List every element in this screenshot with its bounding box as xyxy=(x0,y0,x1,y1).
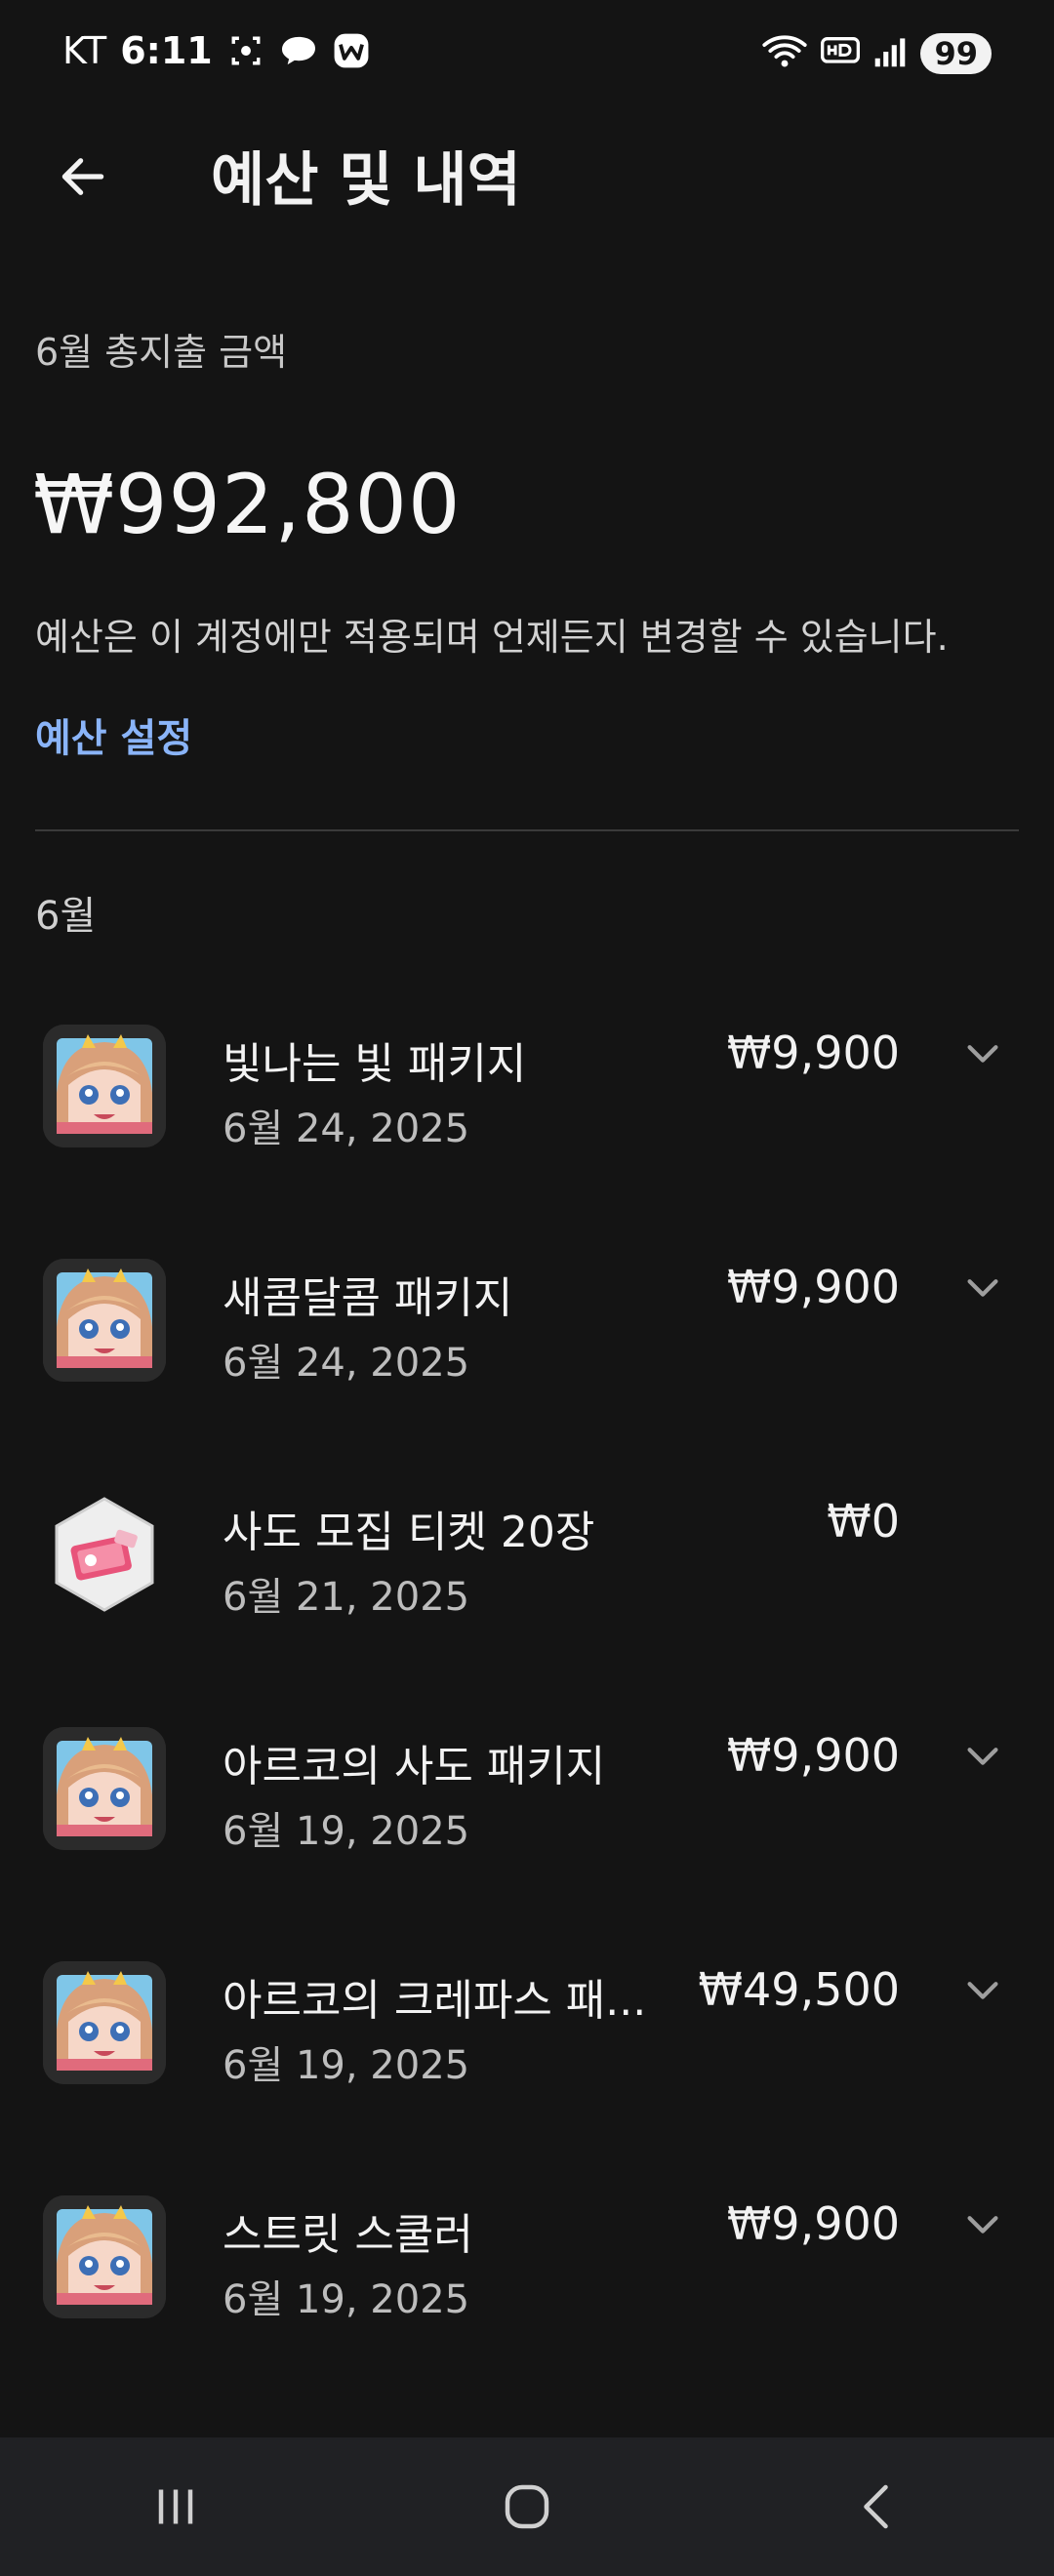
anime-character-icon xyxy=(43,1961,166,2084)
chevron-down-icon[interactable] xyxy=(960,2201,1005,2246)
transaction-name: 새콤달콤 패키지 xyxy=(223,1273,513,1323)
transaction-name: 아르코의 사도 패키지 xyxy=(223,1742,606,1791)
arrow-left-icon xyxy=(61,158,104,195)
status-bar: KT 6:11 99 xyxy=(0,0,1054,109)
ticket-hexagon-icon xyxy=(43,1493,166,1616)
home-button[interactable] xyxy=(468,2448,586,2565)
transaction-price: ₩9,900 xyxy=(726,1729,900,1782)
battery-indicator: 99 xyxy=(920,33,992,74)
chevron-down-icon[interactable] xyxy=(960,1030,1005,1075)
app-bar: 예산 및 내역 xyxy=(0,117,1054,234)
recent-apps-button[interactable] xyxy=(117,2448,234,2565)
home-icon xyxy=(505,2484,549,2529)
transaction-date: 6월 21, 2025 xyxy=(223,1575,470,1620)
transaction-row[interactable]: 사도 모집 티켓 20장 6월 21, 2025 ₩0 xyxy=(0,1444,1054,1678)
transaction-date: 6월 24, 2025 xyxy=(223,1107,470,1151)
divider xyxy=(35,829,1019,831)
chevron-left-icon xyxy=(864,2484,888,2529)
transaction-row[interactable]: 빛나는 빛 패키지 6월 24, 2025 ₩9,900 xyxy=(0,976,1054,1210)
transaction-list: 빛나는 빛 패키지 6월 24, 2025 ₩9,900 새콤달콤 패키지 6월 24… xyxy=(0,976,1054,2381)
transaction-price: ₩0 xyxy=(827,1495,900,1548)
transaction-name: 스트릿 스쿨러 xyxy=(223,2210,473,2260)
back-nav-button[interactable] xyxy=(820,2448,937,2565)
wifi-icon xyxy=(762,33,808,74)
screenshot-icon xyxy=(226,31,265,70)
transaction-date: 6월 19, 2025 xyxy=(223,1809,470,1854)
month-header: 6월 xyxy=(35,894,97,939)
transaction-price: ₩9,900 xyxy=(726,1261,900,1313)
transaction-row[interactable]: 스트릿 스쿨러 6월 19, 2025 ₩9,900 xyxy=(0,2147,1054,2381)
chat-bubble-icon xyxy=(279,31,318,70)
chevron-down-icon[interactable] xyxy=(960,1967,1005,2012)
app-w-icon xyxy=(332,31,371,70)
anime-character-icon xyxy=(43,1025,166,1147)
total-spend-label: 6월 총지출 금액 xyxy=(35,331,288,374)
transaction-price: ₩9,900 xyxy=(726,1026,900,1079)
chevron-down-icon[interactable] xyxy=(960,1733,1005,1778)
budget-settings-link[interactable]: 예산 설정 xyxy=(35,706,192,763)
transaction-row[interactable]: 아르코의 사도 패키지 6월 19, 2025 ₩9,900 xyxy=(0,1678,1054,1912)
chevron-down-icon[interactable] xyxy=(960,1265,1005,1309)
budget-note: 예산은 이 계정에만 적용되며 언제든지 변경할 수 있습니다. xyxy=(35,616,949,659)
transaction-date: 6월 24, 2025 xyxy=(223,1341,470,1386)
transaction-date: 6월 19, 2025 xyxy=(223,2043,470,2088)
transaction-row[interactable]: 아르코의 크레파스 패... 6월 19, 2025 ₩49,500 xyxy=(0,1912,1054,2147)
back-button[interactable] xyxy=(49,142,117,211)
anime-character-icon xyxy=(43,1259,166,1382)
carrier-label: KT xyxy=(62,29,107,72)
page-title: 예산 및 내역 xyxy=(211,146,521,215)
transaction-price: ₩49,500 xyxy=(698,1963,900,2016)
recent-apps-icon xyxy=(158,2489,193,2524)
anime-character-icon xyxy=(43,2195,166,2318)
transaction-price: ₩9,900 xyxy=(726,2197,900,2250)
anime-character-icon xyxy=(43,1727,166,1850)
transaction-name: 아르코의 크레파스 패... xyxy=(223,1976,647,2026)
transaction-name: 사도 모집 티켓 20장 xyxy=(223,1508,595,1557)
system-nav-bar xyxy=(0,2437,1054,2576)
total-spend-amount: ₩992,800 xyxy=(33,457,462,552)
hd-voice-icon xyxy=(821,35,861,72)
transaction-name: 빛나는 빛 패키지 xyxy=(223,1039,527,1089)
clock: 6:11 xyxy=(120,29,213,72)
transaction-date: 6월 19, 2025 xyxy=(223,2277,470,2322)
signal-icon xyxy=(873,35,907,72)
transaction-row[interactable]: 새콤달콤 패키지 6월 24, 2025 ₩9,900 xyxy=(0,1210,1054,1444)
